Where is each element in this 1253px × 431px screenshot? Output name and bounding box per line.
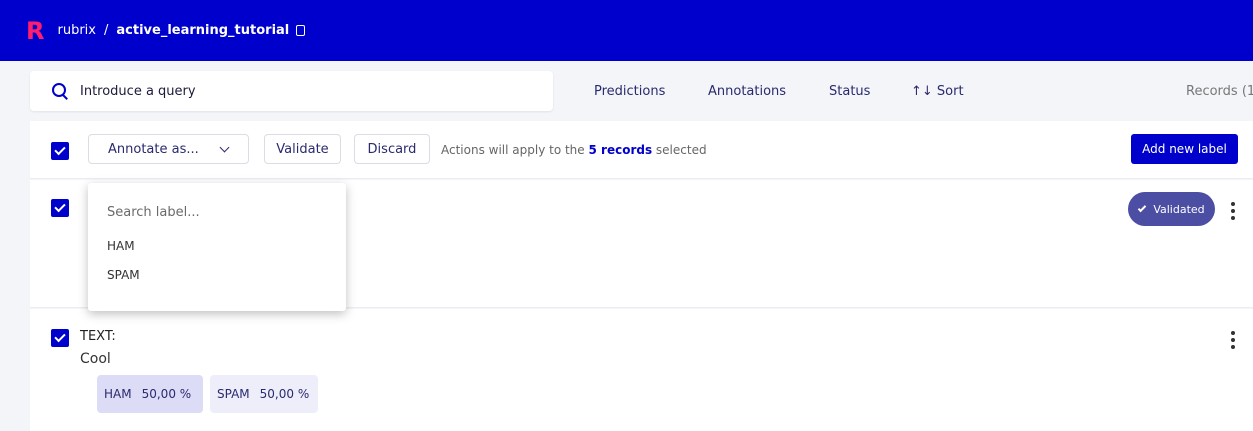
selection-note-prefix: Actions will apply to the [441,143,585,157]
status-badge-label: Validated [1153,202,1205,216]
search-icon [52,82,69,100]
add-new-label-button[interactable]: Add new label [1131,134,1238,164]
sort-button[interactable]: ↑↓ Sort [911,84,964,99]
validate-button[interactable]: Validate [264,134,341,164]
breadcrumb-dataset: active_learning_tutorial [116,23,290,38]
label-option-spam[interactable]: SPAM [107,268,140,282]
record-text: Cool [80,351,111,367]
prediction-score: 50,00 % [259,387,310,401]
record-checkbox[interactable] [51,199,69,217]
breadcrumb-separator: / [103,23,109,38]
breadcrumb-workspace[interactable]: rubrix [57,23,96,38]
label-option-ham[interactable]: HAM [107,239,135,253]
predictions-filter[interactable]: Predictions [594,84,665,99]
record-field-label: TEXT: [80,329,116,344]
bulk-actions-bar: Annotate as... Validate Discard Actions … [30,121,1253,179]
prediction-label: HAM [104,387,132,401]
prediction-chip-ham[interactable]: HAM 50,00 % [97,375,203,413]
search-input[interactable]: Introduce a query [30,71,553,111]
prediction-chip-spam[interactable]: SPAM 50,00 % [210,375,318,413]
prediction-label: SPAM [217,387,250,401]
label-search-input[interactable]: Search label... [107,205,200,220]
top-bar: R rubrix / active_learning_tutorial [0,0,1253,61]
discard-button[interactable]: Discard [354,134,430,164]
status-badge: Validated [1128,192,1215,226]
rubrix-logo[interactable]: R [26,19,44,43]
check-icon [1138,203,1147,212]
label-dropdown-menu: Search label... HAM SPAM [88,183,346,311]
annotate-as-label: Annotate as... [108,141,199,157]
copy-icon[interactable] [296,25,306,36]
prediction-score: 50,00 % [141,387,192,401]
status-filter[interactable]: Status [829,84,870,99]
breadcrumb: rubrix / active_learning_tutorial [57,23,306,38]
search-placeholder: Introduce a query [80,83,196,99]
selection-count: 5 records [588,143,653,157]
selection-note-suffix: selected [655,143,707,157]
record-checkbox[interactable] [51,329,69,347]
record-card: TEXT: Cool HAM 50,00 % SPAM 50,00 % [30,309,1253,431]
more-options-icon[interactable] [1231,202,1235,220]
select-all-checkbox[interactable] [51,142,69,160]
more-options-icon[interactable] [1231,331,1235,349]
selection-note: Actions will apply to the 5 records sele… [441,143,707,157]
annotations-filter[interactable]: Annotations [708,84,786,99]
records-count: Records (10 [1186,84,1253,99]
chevron-down-icon [219,142,230,152]
annotate-as-dropdown[interactable]: Annotate as... [88,134,249,164]
